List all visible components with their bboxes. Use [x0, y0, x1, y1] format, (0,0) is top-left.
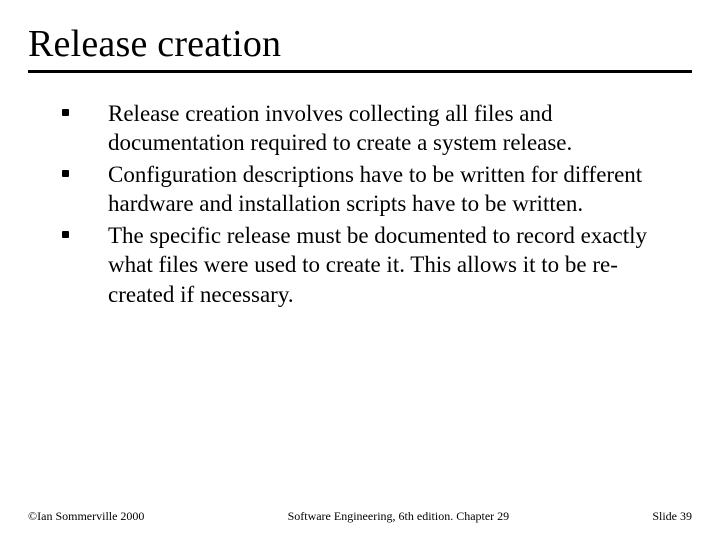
bullet-icon	[62, 160, 108, 177]
footer-copyright: ©Ian Sommerville 2000	[28, 509, 144, 524]
slide: Release creation Release creation involv…	[0, 0, 720, 540]
bullet-text: Configuration descriptions have to be wr…	[108, 160, 676, 219]
footer: ©Ian Sommerville 2000 Software Engineeri…	[0, 509, 720, 524]
footer-slide-number: Slide 39	[652, 509, 692, 524]
bullet-icon	[62, 221, 108, 238]
list-item: The specific release must be documented …	[62, 221, 676, 309]
bullet-text: The specific release must be documented …	[108, 221, 676, 309]
list-item: Configuration descriptions have to be wr…	[62, 160, 676, 219]
slide-title: Release creation	[28, 22, 692, 73]
bullet-list: Release creation involves collecting all…	[28, 99, 692, 309]
list-item: Release creation involves collecting all…	[62, 99, 676, 158]
bullet-text: Release creation involves collecting all…	[108, 99, 676, 158]
bullet-icon	[62, 99, 108, 116]
footer-reference: Software Engineering, 6th edition. Chapt…	[144, 509, 652, 524]
